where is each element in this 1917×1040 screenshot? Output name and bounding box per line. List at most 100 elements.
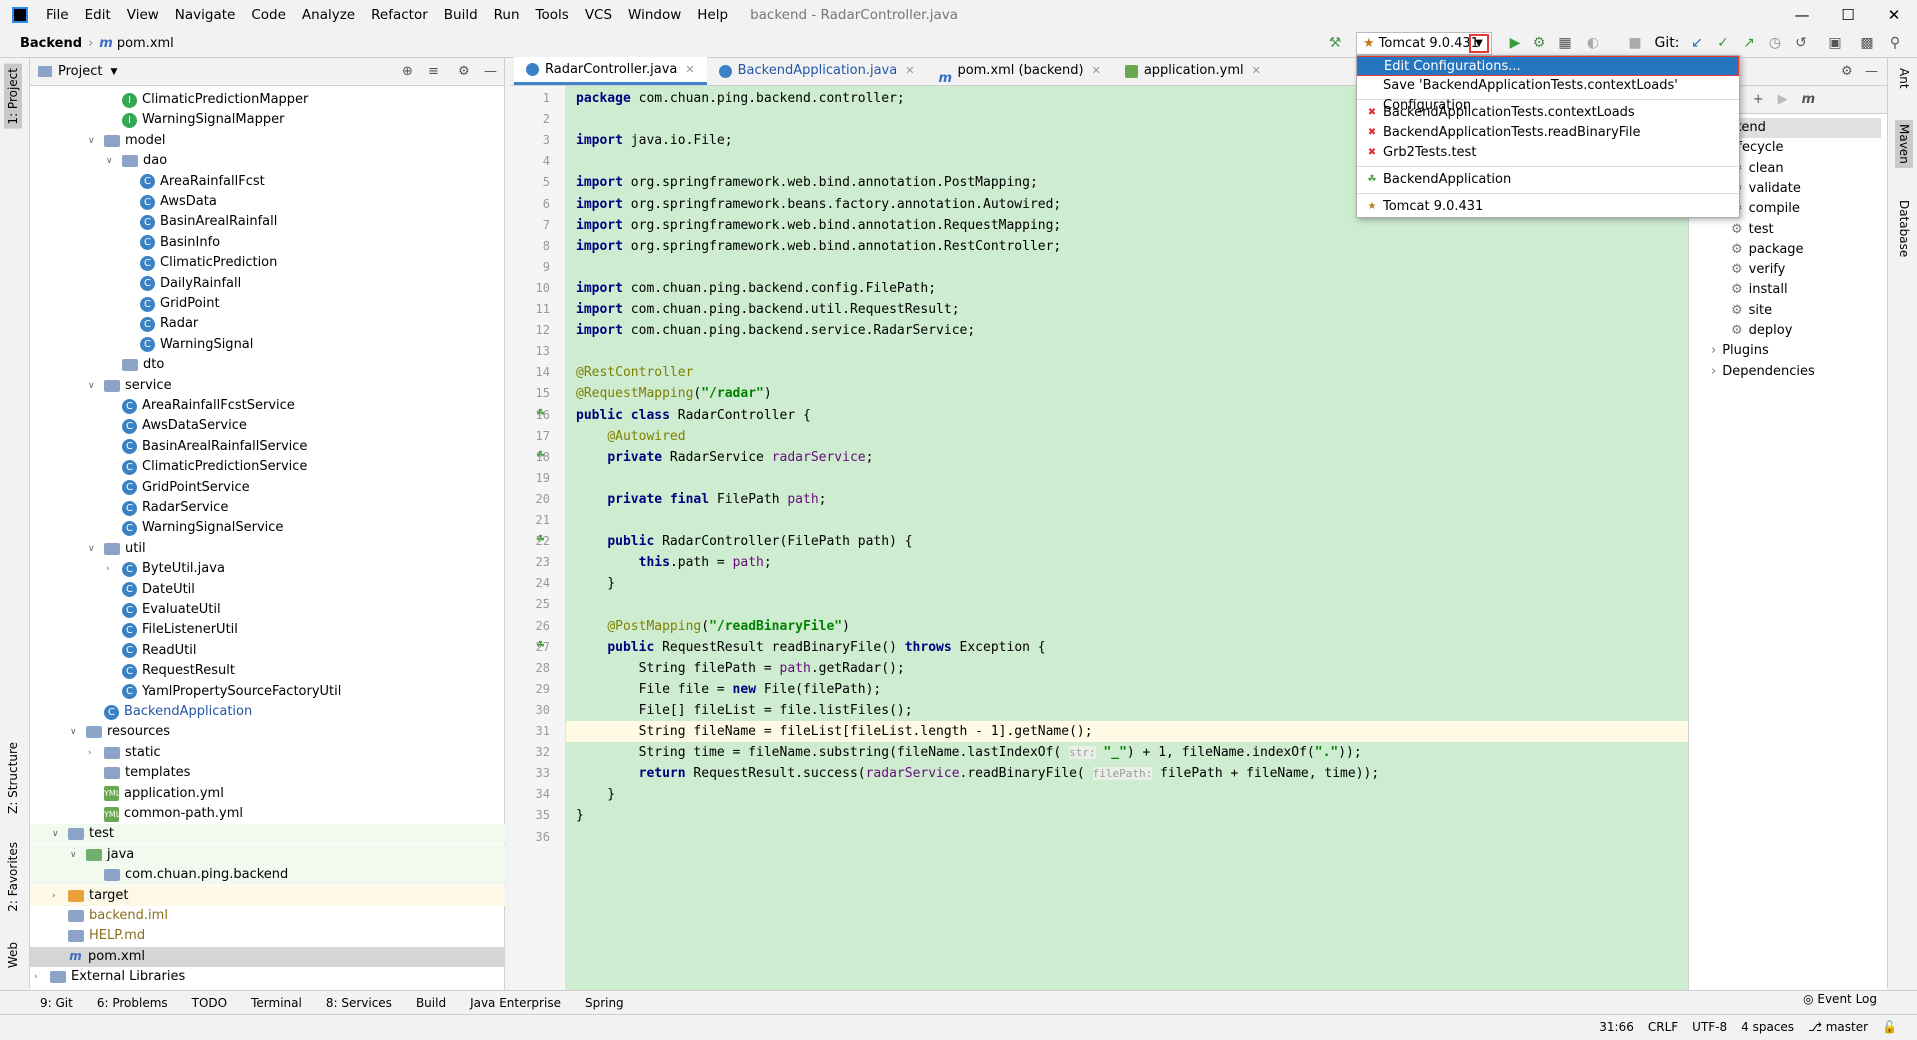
lock-icon[interactable]: 🔓 — [1882, 1020, 1897, 1034]
expanded-arrow-icon[interactable]: ∨ — [106, 151, 122, 171]
bottom-tool-2[interactable]: TODO — [192, 996, 227, 1010]
tree-item[interactable]: C ReadUtil — [30, 641, 505, 661]
tab-file[interactable]: BackendApplication.java ✕ — [707, 57, 927, 85]
tab-project[interactable]: 1: Project — [4, 64, 22, 129]
bean-gutter-icon[interactable]: ☘ — [536, 408, 545, 419]
tree-item[interactable]: com.chuan.ping.backend — [30, 865, 505, 886]
expanded-arrow-icon[interactable]: ∨ — [52, 824, 68, 844]
menu-edit[interactable]: Edit — [77, 0, 119, 30]
tree-item[interactable]: › External Libraries — [30, 967, 505, 987]
tree-item[interactable]: YML application.yml — [30, 784, 505, 804]
tab-file[interactable]: RadarController.java ✕ — [514, 57, 707, 85]
chevron-down-icon[interactable]: ▼ — [110, 67, 117, 77]
run-config-item[interactable]: ✖ BackendApplicationTests.readBinaryFile — [1357, 123, 1739, 143]
run-icon[interactable]: ▶ — [1506, 34, 1524, 52]
tree-item[interactable]: backend.iml — [30, 906, 505, 926]
collapsed-arrow-icon[interactable]: › — [106, 559, 122, 579]
maven-goal[interactable]: ⚙ test — [1731, 220, 1774, 240]
close-tab-icon[interactable]: ✕ — [1252, 57, 1261, 85]
maven-goal[interactable]: ⚙validate — [1731, 179, 1801, 199]
tree-item[interactable]: ∨ dao — [30, 151, 505, 171]
profile-icon[interactable]: ◐ — [1584, 34, 1602, 52]
menu-refactor[interactable]: Refactor — [363, 0, 436, 30]
git-commit-icon[interactable]: ✓ — [1714, 34, 1732, 52]
run-config-item[interactable]: Save 'BackendApplicationTests.contextLoa… — [1357, 76, 1739, 113]
tree-item[interactable]: C DateUtil — [30, 580, 505, 600]
presentation-icon[interactable]: ▩ — [1858, 34, 1876, 52]
bottom-tool-3[interactable]: Terminal — [251, 996, 302, 1010]
bottom-tool-4[interactable]: 8: Services — [326, 996, 392, 1010]
maven-dependencies[interactable]: › Dependencies — [1711, 362, 1815, 382]
coverage-icon[interactable]: ▦ — [1556, 34, 1574, 52]
tree-item[interactable]: C AreaRainfallFcst — [30, 172, 505, 192]
collapsed-arrow-icon[interactable]: › — [88, 743, 104, 763]
tree-item[interactable]: C RequestResult — [30, 661, 505, 681]
tree-item[interactable]: › target — [30, 885, 505, 906]
tree-item[interactable]: dto — [30, 355, 505, 375]
tab-database[interactable]: Database — [1895, 196, 1913, 261]
tab-structure[interactable]: Z: Structure — [4, 738, 22, 818]
locate-icon[interactable]: ⊕ — [402, 64, 413, 79]
tree-item[interactable]: HELP.md — [30, 926, 505, 946]
line-separator[interactable]: CRLF — [1648, 1020, 1678, 1034]
tree-item[interactable]: C ClimaticPrediction — [30, 253, 505, 273]
menu-build[interactable]: Build — [436, 0, 486, 30]
git-update-icon[interactable]: ↙ — [1688, 34, 1706, 52]
debug-icon[interactable]: ⚙ — [1530, 34, 1548, 52]
edit-configurations-item[interactable]: Edit Configurations... — [1357, 56, 1739, 76]
tree-item[interactable]: ∨ java — [30, 844, 505, 865]
gear-icon[interactable]: ⚙ — [458, 64, 470, 79]
menu-window[interactable]: Window — [620, 0, 689, 30]
bottom-tool-7[interactable]: Spring — [585, 996, 624, 1010]
tree-item[interactable]: C GridPoint — [30, 294, 505, 314]
build-hammer-icon[interactable]: ⚒ — [1326, 34, 1344, 52]
expanded-arrow-icon[interactable]: ∨ — [88, 539, 104, 559]
tab-maven[interactable]: Maven — [1895, 120, 1913, 168]
tree-item[interactable]: ∨ test — [30, 824, 505, 845]
hide-icon[interactable]: — — [484, 64, 497, 79]
expanded-arrow-icon[interactable]: ∨ — [70, 845, 86, 865]
collapse-icon[interactable]: ≡ — [428, 64, 439, 79]
file-encoding[interactable]: UTF-8 — [1692, 1020, 1727, 1034]
tree-item[interactable]: › C ByteUtil.java — [30, 559, 505, 579]
menu-navigate[interactable]: Navigate — [167, 0, 244, 30]
breadcrumb-project[interactable]: Backend — [20, 36, 82, 51]
tree-item[interactable]: ∨ model — [30, 131, 505, 151]
bottom-tool-6[interactable]: Java Enterprise — [470, 996, 561, 1010]
run-config-item[interactable]: ☘ BackendApplication — [1357, 170, 1739, 190]
gear-icon[interactable]: ⚙ — [1841, 64, 1853, 79]
expanded-arrow-icon[interactable]: ∨ — [88, 131, 104, 151]
tree-item[interactable]: C RadarService — [30, 498, 505, 518]
bottom-tool-1[interactable]: 6: Problems — [97, 996, 168, 1010]
project-structure-icon[interactable]: ▣ — [1826, 34, 1844, 52]
run-config-item[interactable]: ★ Tomcat 9.0.431 — [1357, 197, 1739, 217]
git-push-icon[interactable]: ↗ — [1740, 34, 1758, 52]
maven-icon[interactable]: m — [1802, 92, 1816, 107]
search-icon[interactable]: ⚲ — [1886, 34, 1904, 52]
history-icon[interactable]: ◷ — [1766, 34, 1784, 52]
bean-gutter-icon[interactable]: ☘ — [536, 534, 545, 545]
tab-web[interactable]: Web — [4, 938, 22, 972]
maximize-icon[interactable]: ☐ — [1825, 0, 1871, 30]
tree-item[interactable]: C WarningSignalService — [30, 518, 505, 538]
minimize-icon[interactable]: — — [1779, 0, 1825, 30]
maven-goal[interactable]: ⚙ verify — [1731, 260, 1785, 280]
tab-file[interactable]: application.yml ✕ — [1113, 57, 1273, 85]
expanded-arrow-icon[interactable]: ∨ — [70, 722, 86, 742]
tree-item[interactable]: templates — [30, 763, 505, 783]
menu-run[interactable]: Run — [486, 0, 528, 30]
chevron-down-icon[interactable]: ▼ — [1469, 34, 1489, 53]
tab-favorites[interactable]: 2: Favorites — [4, 838, 22, 916]
tree-item[interactable]: C AwsData — [30, 192, 505, 212]
bean-gutter-icon[interactable]: ☘ — [536, 450, 545, 461]
tree-item[interactable]: I WarningSignalMapper — [30, 110, 505, 130]
stop-icon[interactable]: ■ — [1626, 34, 1644, 52]
menu-help[interactable]: Help — [689, 0, 736, 30]
tree-item[interactable]: C YamlPropertySourceFactoryUtil — [30, 682, 505, 702]
tree-item[interactable]: C AwsDataService — [30, 416, 505, 436]
tree-item[interactable]: › static — [30, 743, 505, 763]
tree-item[interactable]: m pom.xml — [30, 946, 505, 967]
event-log-button[interactable]: ◎ Event Log — [1803, 992, 1877, 1006]
tree-item[interactable]: ∨ service — [30, 376, 505, 396]
run-config-item[interactable]: ✖ Grb2Tests.test — [1357, 143, 1739, 163]
